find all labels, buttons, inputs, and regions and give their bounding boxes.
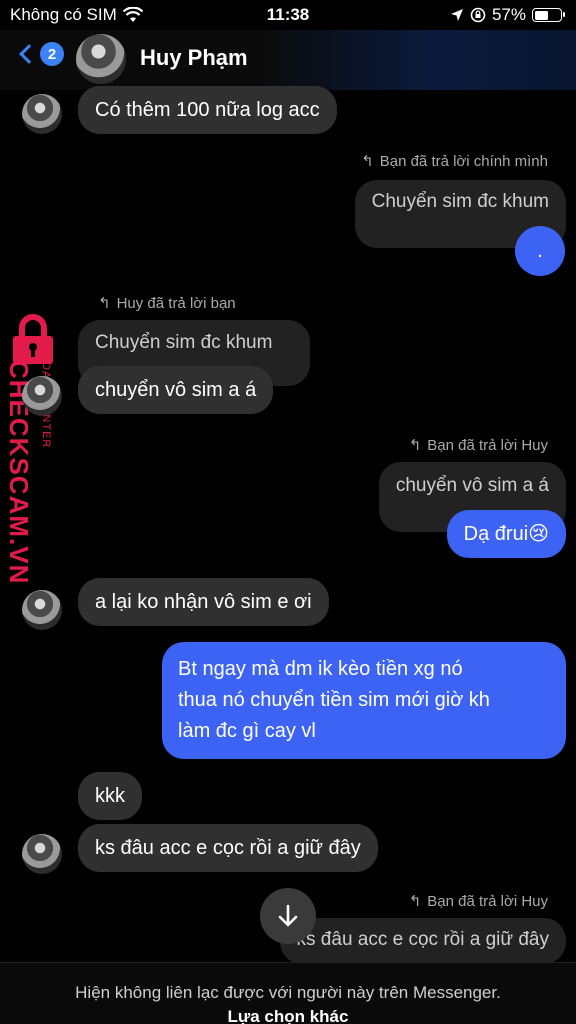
location-icon — [450, 9, 463, 21]
reply-note-text: Bạn đã trả lời Huy — [427, 892, 548, 910]
message-incoming[interactable]: a lại ko nhận vô sim e ơi — [78, 578, 329, 626]
reply-arrow-icon: ↰ — [98, 295, 111, 312]
avatar[interactable] — [22, 590, 62, 630]
chat-header: 2 Huy Phạm — [0, 30, 576, 90]
quoted-message[interactable]: ks đâu acc e cọc rồi a giữ đây — [279, 918, 566, 964]
message-outgoing[interactable]: Bt ngay mà dm ik kèo tiền xg nó thua nó … — [162, 642, 566, 759]
reply-note-text: Huy đã trả lời bạn — [116, 294, 236, 312]
avatar[interactable] — [22, 376, 62, 416]
lock-rotation-icon — [470, 7, 486, 23]
chevron-left-icon — [19, 44, 39, 64]
arrow-down-icon — [278, 904, 298, 927]
battery-icon — [532, 8, 565, 22]
message-incoming[interactable]: kkk — [78, 772, 142, 820]
watermark-lock-logo — [13, 314, 53, 364]
reply-arrow-icon: ↰ — [361, 153, 374, 170]
avatar[interactable] — [22, 94, 62, 134]
message-incoming[interactable]: chuyển vô sim a á — [78, 366, 274, 414]
battery-percent: 57% — [491, 5, 526, 24]
reply-note: ↰ Bạn đã trả lời Huy — [408, 892, 548, 911]
message-outgoing[interactable]: Dạ đrui😢 — [446, 510, 566, 558]
status-bar: Không có SIM 11:38 57% — [0, 0, 576, 30]
unread-badge: 2 — [40, 42, 64, 66]
unavailable-footer: Hiện không liên lạc được với người này t… — [0, 962, 576, 1024]
message-line: làm đc gì cay vl — [178, 720, 316, 742]
reply-note: ↰ Bạn đã trả lời Huy — [408, 436, 548, 455]
contact-name[interactable]: Huy Phạm — [140, 45, 248, 71]
unavailable-notice: Hiện không liên lạc được với người này t… — [75, 983, 501, 1002]
message-outgoing[interactable]: . — [515, 226, 565, 276]
reply-note: ↰ Huy đã trả lời bạn — [98, 294, 236, 313]
message-incoming[interactable]: Có thêm 100 nữa log acc — [78, 86, 337, 134]
reply-arrow-icon: ↰ — [408, 437, 422, 454]
reply-note: ↰ Bạn đã trả lời chính mình — [361, 152, 548, 171]
message-line: thua nó chuyển tiền sim mới giờ kh — [178, 689, 490, 711]
back-button[interactable]: 2 — [16, 42, 64, 66]
contact-avatar[interactable] — [76, 34, 126, 84]
other-options-link[interactable]: Lựa chọn khác — [0, 1007, 576, 1024]
message-incoming[interactable]: ks đâu acc e cọc rồi a giữ đây — [78, 824, 378, 872]
reply-arrow-icon: ↰ — [408, 893, 422, 910]
avatar[interactable] — [22, 834, 62, 874]
battery-fill — [534, 10, 549, 20]
reply-note-text: Bạn đã trả lời Huy — [427, 436, 548, 454]
message-line: Bt ngay mà dm ik kèo tiền xg nó — [178, 658, 463, 680]
scroll-to-bottom-button[interactable] — [260, 888, 316, 944]
reply-note-text: Bạn đã trả lời chính mình — [379, 152, 548, 170]
